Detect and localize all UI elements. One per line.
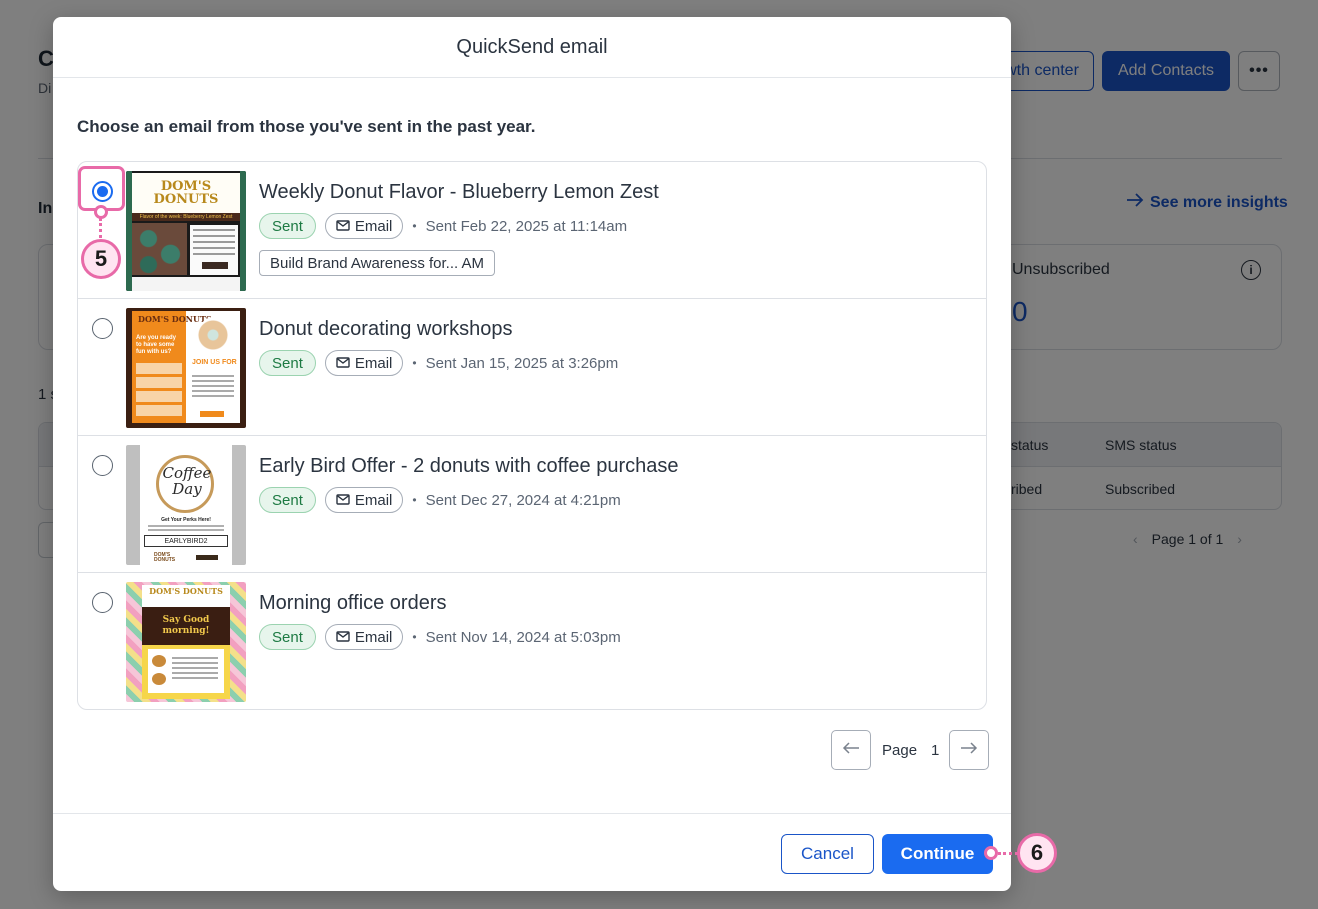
thumbnail-logo: DOM'S DONUTS: [149, 586, 223, 596]
continue-button[interactable]: Continue: [882, 834, 993, 874]
envelope-icon: [336, 218, 350, 235]
email-type-label: Email: [354, 491, 393, 509]
separator-dot: •: [412, 219, 417, 233]
email-type-badge: Email: [324, 350, 404, 376]
email-thumbnail: DOM'S DONUTS Flavor of the week: Blueber…: [126, 171, 246, 291]
callout-connector: [998, 852, 1018, 855]
email-title: Donut decorating workshops: [259, 318, 513, 340]
email-type-label: Email: [354, 628, 393, 646]
thumbnail-footer-logo: DOM'S DONUTS: [154, 552, 176, 563]
sent-date: Sent Feb 22, 2025 at 11:14am: [425, 217, 628, 235]
email-radio-button[interactable]: [92, 318, 113, 339]
thumbnail-logo: Coffee Day: [162, 464, 212, 498]
email-type-label: Email: [354, 354, 393, 372]
email-list-item[interactable]: Coffee Day Get Your Perks Here! EARLYBIR…: [78, 436, 986, 573]
thumbnail-headline: Are you ready to have some fun with us?: [136, 335, 177, 355]
sent-date: Sent Dec 27, 2024 at 4:21pm: [425, 491, 621, 509]
status-badge: Sent: [259, 487, 316, 513]
email-list: DOM'S DONUTS Flavor of the week: Blueber…: [77, 161, 987, 710]
separator-dot: •: [412, 630, 417, 644]
thumbnail-join: JOIN US FOR: [192, 359, 237, 366]
email-thumbnail: DOM'S DONUTS Say Good morning!: [126, 582, 246, 702]
email-meta: Sent Email • Sent Dec 27, 2024 at 4:21pm: [259, 487, 621, 513]
modal-pagination: Page 1: [831, 730, 990, 770]
modal-footer: Cancel Continue: [53, 813, 1011, 891]
thumbnail-code: EARLYBIRD2: [144, 535, 228, 547]
email-title: Morning office orders: [259, 592, 447, 614]
callout-anchor-dot: [984, 846, 998, 860]
email-thumbnail: DOM'S DONUTS Are you ready to have some …: [126, 308, 246, 428]
callout-step-6: 6: [1017, 833, 1057, 873]
email-thumbnail: Coffee Day Get Your Perks Here! EARLYBIR…: [126, 445, 246, 565]
email-list-item[interactable]: DOM'S DONUTS Flavor of the week: Blueber…: [78, 162, 986, 299]
current-page-number: 1: [931, 741, 940, 759]
envelope-icon: [336, 629, 350, 646]
status-badge: Sent: [259, 624, 316, 650]
modal-instructions: Choose an email from those you've sent i…: [77, 117, 536, 136]
email-meta: Sent Email • Sent Feb 22, 2025 at 11:14a…: [259, 213, 627, 239]
next-page-button[interactable]: [949, 730, 990, 770]
status-badge: Sent: [259, 350, 316, 376]
thumbnail-banner: Flavor of the week: Blueberry Lemon Zest: [132, 213, 240, 221]
sent-date: Sent Jan 15, 2025 at 3:26pm: [425, 354, 619, 372]
thumbnail-logo: DOM'S DONUTS: [132, 173, 240, 213]
email-meta: Sent Email • Sent Nov 14, 2024 at 5:03pm: [259, 624, 621, 650]
quicksend-modal: QuickSend email Choose an email from tho…: [53, 17, 1011, 891]
campaign-tag: Build Brand Awareness for... AM: [259, 250, 496, 276]
email-list-item[interactable]: DOM'S DONUTS Say Good morning! Morning o…: [78, 573, 986, 709]
status-badge: Sent: [259, 213, 316, 239]
cancel-button[interactable]: Cancel: [781, 834, 874, 874]
email-radio-button[interactable]: [92, 455, 113, 476]
email-type-badge: Email: [324, 213, 404, 239]
separator-dot: •: [412, 356, 417, 370]
envelope-icon: [336, 355, 350, 372]
email-type-badge: Email: [324, 487, 404, 513]
arrow-right-icon: [960, 741, 978, 759]
thumbnail-headline: Say Good morning!: [142, 607, 230, 645]
arrow-left-icon: [842, 741, 860, 759]
modal-title: QuickSend email: [53, 17, 1011, 78]
email-meta: Sent Email • Sent Jan 15, 2025 at 3:26pm: [259, 350, 618, 376]
envelope-icon: [336, 492, 350, 509]
email-radio-button[interactable]: [92, 592, 113, 613]
email-title: Weekly Donut Flavor - Blueberry Lemon Ze…: [259, 181, 659, 203]
email-type-label: Email: [354, 217, 393, 235]
separator-dot: •: [412, 493, 417, 507]
thumbnail-logo: DOM'S DONUTS: [138, 314, 212, 324]
callout-connector: [99, 218, 102, 238]
previous-page-button[interactable]: [831, 730, 871, 770]
email-list-item[interactable]: DOM'S DONUTS Are you ready to have some …: [78, 299, 986, 436]
page-label: Page: [882, 741, 918, 759]
callout-anchor-dot: [94, 205, 108, 219]
sent-date: Sent Nov 14, 2024 at 5:03pm: [425, 628, 621, 646]
email-title: Early Bird Offer - 2 donuts with coffee …: [259, 455, 679, 477]
thumbnail-perks: Get Your Perks Here!: [161, 517, 211, 523]
email-type-badge: Email: [324, 624, 404, 650]
callout-step-5: 5: [81, 239, 121, 279]
